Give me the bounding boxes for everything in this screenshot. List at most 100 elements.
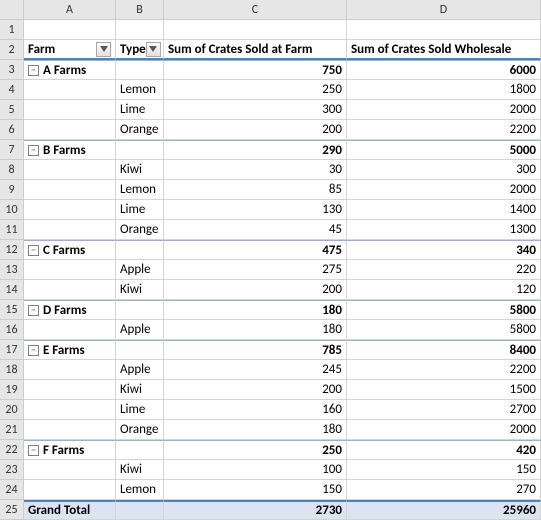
spreadsheet-grid[interactable]: ABCD12FarmTypeSum of Crates Sold at Farm… bbox=[0, 0, 541, 520]
row-header-10[interactable]: 10 bbox=[0, 200, 24, 220]
value-crates-wholesale[interactable]: 1800 bbox=[347, 80, 541, 100]
farm-sum-crates-farm[interactable]: 290 bbox=[164, 140, 347, 160]
value-crates-wholesale[interactable]: 2000 bbox=[347, 100, 541, 120]
type-cell[interactable]: Lemon bbox=[116, 180, 164, 200]
value-crates-farm[interactable]: 245 bbox=[164, 360, 347, 380]
farm-group-cell[interactable]: −A Farms bbox=[24, 60, 116, 80]
empty-cell[interactable] bbox=[116, 240, 164, 260]
empty-cell[interactable] bbox=[116, 340, 164, 360]
type-cell[interactable]: Lemon bbox=[116, 480, 164, 500]
farm-group-cell[interactable]: −C Farms bbox=[24, 240, 116, 260]
pivot-header-farm[interactable]: Farm bbox=[24, 40, 116, 60]
row-header-4[interactable]: 4 bbox=[0, 80, 24, 100]
type-cell[interactable]: Orange bbox=[116, 120, 164, 140]
empty-cell[interactable] bbox=[116, 60, 164, 80]
value-crates-wholesale[interactable]: 150 bbox=[347, 460, 541, 480]
value-crates-farm[interactable]: 200 bbox=[164, 380, 347, 400]
row-header-9[interactable]: 9 bbox=[0, 180, 24, 200]
row-header-3[interactable]: 3 bbox=[0, 60, 24, 80]
type-cell[interactable]: Kiwi bbox=[116, 280, 164, 300]
value-crates-farm[interactable]: 180 bbox=[164, 420, 347, 440]
empty-cell[interactable] bbox=[24, 220, 116, 240]
empty-cell[interactable] bbox=[24, 320, 116, 340]
filter-dropdown-farm[interactable] bbox=[96, 42, 111, 57]
type-cell[interactable]: Apple bbox=[116, 320, 164, 340]
farm-sum-crates-farm[interactable]: 785 bbox=[164, 340, 347, 360]
value-crates-wholesale[interactable]: 1500 bbox=[347, 380, 541, 400]
empty-cell[interactable] bbox=[24, 120, 116, 140]
empty-cell[interactable] bbox=[24, 400, 116, 420]
farm-sum-crates-farm[interactable]: 180 bbox=[164, 300, 347, 320]
row-header-24[interactable]: 24 bbox=[0, 480, 24, 500]
row-header-22[interactable]: 22 bbox=[0, 440, 24, 460]
pivot-header-sum-wholesale[interactable]: Sum of Crates Sold Wholesale bbox=[347, 40, 541, 60]
row-header-5[interactable]: 5 bbox=[0, 100, 24, 120]
grand-total-crates-wholesale[interactable]: 25960 bbox=[347, 500, 541, 520]
value-crates-farm[interactable]: 250 bbox=[164, 80, 347, 100]
value-crates-farm[interactable]: 130 bbox=[164, 200, 347, 220]
farm-group-cell[interactable]: −F Farms bbox=[24, 440, 116, 460]
farm-sum-crates-wholesale[interactable]: 5800 bbox=[347, 300, 541, 320]
empty-cell[interactable] bbox=[24, 80, 116, 100]
value-crates-wholesale[interactable]: 1400 bbox=[347, 200, 541, 220]
grand-total-crates-farm[interactable]: 2730 bbox=[164, 500, 347, 520]
row-header-23[interactable]: 23 bbox=[0, 460, 24, 480]
row-header-19[interactable]: 19 bbox=[0, 380, 24, 400]
row-header-7[interactable]: 7 bbox=[0, 140, 24, 160]
row-header-14[interactable]: 14 bbox=[0, 280, 24, 300]
value-crates-farm[interactable]: 160 bbox=[164, 400, 347, 420]
collapse-toggle[interactable]: − bbox=[28, 245, 39, 256]
value-crates-wholesale[interactable]: 270 bbox=[347, 480, 541, 500]
empty-cell[interactable] bbox=[24, 160, 116, 180]
empty-cell[interactable] bbox=[24, 20, 116, 40]
row-header-6[interactable]: 6 bbox=[0, 120, 24, 140]
value-crates-wholesale[interactable]: 2000 bbox=[347, 420, 541, 440]
empty-cell[interactable] bbox=[347, 20, 541, 40]
empty-cell[interactable] bbox=[24, 460, 116, 480]
farm-sum-crates-wholesale[interactable]: 8400 bbox=[347, 340, 541, 360]
row-header-16[interactable]: 16 bbox=[0, 320, 24, 340]
value-crates-farm[interactable]: 30 bbox=[164, 160, 347, 180]
value-crates-farm[interactable]: 100 bbox=[164, 460, 347, 480]
row-header-11[interactable]: 11 bbox=[0, 220, 24, 240]
value-crates-farm[interactable]: 180 bbox=[164, 320, 347, 340]
empty-cell[interactable] bbox=[24, 380, 116, 400]
farm-sum-crates-farm[interactable]: 750 bbox=[164, 60, 347, 80]
type-cell[interactable]: Apple bbox=[116, 360, 164, 380]
empty-cell[interactable] bbox=[24, 180, 116, 200]
empty-cell[interactable] bbox=[24, 260, 116, 280]
empty-cell[interactable] bbox=[24, 100, 116, 120]
empty-cell[interactable] bbox=[164, 20, 347, 40]
row-header-17[interactable]: 17 bbox=[0, 340, 24, 360]
farm-sum-crates-farm[interactable]: 250 bbox=[164, 440, 347, 460]
pivot-header-sum-farm[interactable]: Sum of Crates Sold at Farm bbox=[164, 40, 347, 60]
value-crates-wholesale[interactable]: 120 bbox=[347, 280, 541, 300]
type-cell[interactable]: Kiwi bbox=[116, 160, 164, 180]
value-crates-wholesale[interactable]: 2700 bbox=[347, 400, 541, 420]
empty-cell[interactable] bbox=[116, 300, 164, 320]
value-crates-wholesale[interactable]: 300 bbox=[347, 160, 541, 180]
value-crates-farm[interactable]: 45 bbox=[164, 220, 347, 240]
empty-cell[interactable] bbox=[24, 200, 116, 220]
collapse-toggle[interactable]: − bbox=[28, 65, 39, 76]
collapse-toggle[interactable]: − bbox=[28, 145, 39, 156]
row-header-21[interactable]: 21 bbox=[0, 420, 24, 440]
row-header-2[interactable]: 2 bbox=[0, 40, 24, 60]
select-all-corner[interactable] bbox=[0, 0, 24, 20]
empty-cell[interactable] bbox=[24, 360, 116, 380]
farm-sum-crates-wholesale[interactable]: 340 bbox=[347, 240, 541, 260]
farm-sum-crates-wholesale[interactable]: 5000 bbox=[347, 140, 541, 160]
value-crates-wholesale[interactable]: 2000 bbox=[347, 180, 541, 200]
filter-dropdown-type[interactable] bbox=[146, 42, 161, 57]
value-crates-wholesale[interactable]: 220 bbox=[347, 260, 541, 280]
empty-cell[interactable] bbox=[116, 140, 164, 160]
value-crates-wholesale[interactable]: 2200 bbox=[347, 360, 541, 380]
row-header-1[interactable]: 1 bbox=[0, 20, 24, 40]
type-cell[interactable]: Kiwi bbox=[116, 380, 164, 400]
value-crates-wholesale[interactable]: 5800 bbox=[347, 320, 541, 340]
column-header-B[interactable]: B bbox=[116, 0, 164, 20]
farm-group-cell[interactable]: −E Farms bbox=[24, 340, 116, 360]
empty-cell[interactable] bbox=[24, 420, 116, 440]
farm-group-cell[interactable]: −B Farms bbox=[24, 140, 116, 160]
type-cell[interactable]: Lemon bbox=[116, 80, 164, 100]
